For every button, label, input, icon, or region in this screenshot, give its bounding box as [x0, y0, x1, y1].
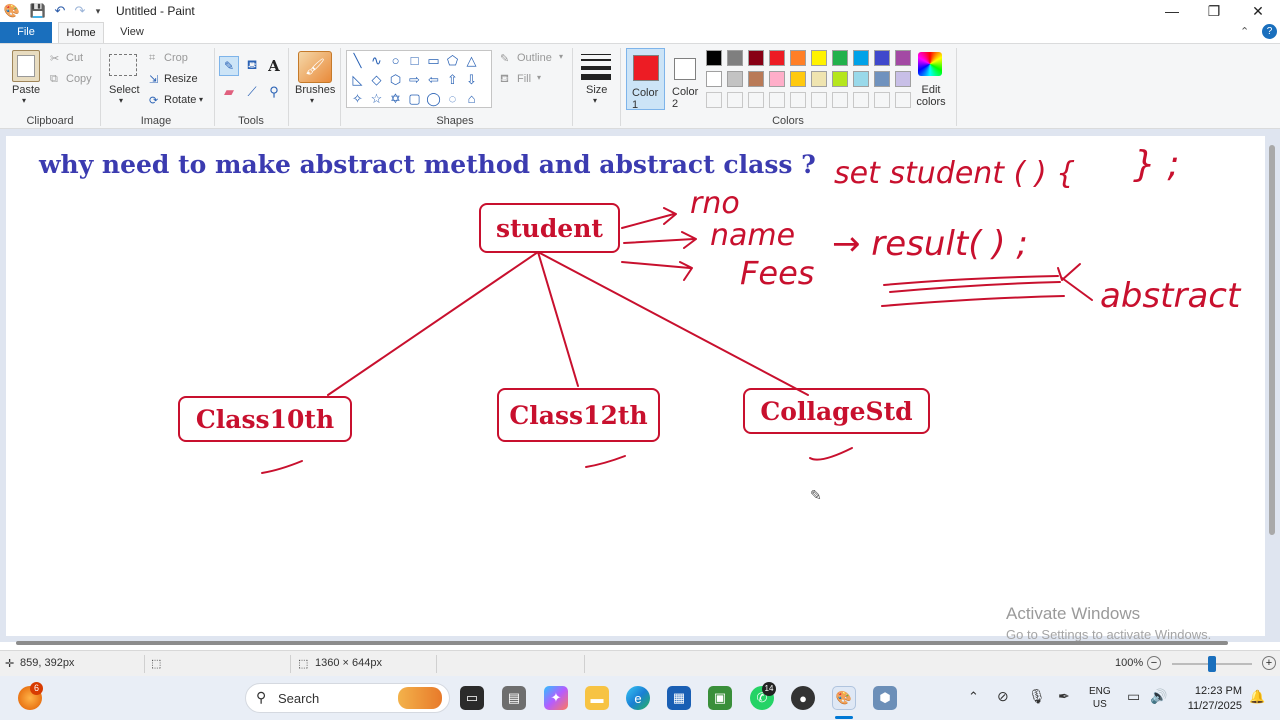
- underline-stroke: [889, 281, 1061, 293]
- notification-badge: 6: [30, 682, 43, 695]
- virtualbox-icon[interactable]: ⬢: [873, 686, 897, 710]
- language-code: ENG: [1089, 686, 1111, 697]
- arrow-line: [621, 261, 693, 281]
- handwritten-name: name: [710, 218, 796, 253]
- zoom-level: 100%: [1115, 657, 1144, 669]
- whatsapp-badge: 14: [762, 682, 776, 696]
- file-app-icon[interactable]: ▤: [502, 686, 526, 710]
- taskbar: 6 ⚲ Search ▭ ▤ ✦ ▬ e ▦ ▣ ✆ 14 ● 🎨 ⬢ ⌃ ⊘ …: [0, 676, 1280, 720]
- taskbar-search-input[interactable]: ⚲ Search: [245, 683, 450, 713]
- tray-overflow-icon[interactable]: ⌃: [968, 689, 979, 705]
- zoom-out-button[interactable]: −: [1147, 656, 1161, 670]
- connector-line: [537, 251, 579, 387]
- handwritten-brace-close: } ;: [1133, 144, 1180, 185]
- obs-icon[interactable]: ●: [791, 686, 815, 710]
- pen-icon[interactable]: ✒: [1058, 688, 1070, 705]
- pencil-cursor-icon: ✎: [810, 487, 822, 503]
- zoom-in-button[interactable]: +: [1262, 656, 1276, 670]
- microsoft-store-icon[interactable]: ▦: [667, 686, 691, 710]
- divider: [290, 655, 291, 673]
- arrow-line: [623, 231, 697, 249]
- active-app-indicator: [835, 716, 853, 719]
- search-placeholder: Search: [278, 691, 320, 706]
- language-indicator[interactable]: ENG US: [1089, 685, 1111, 711]
- zoom-slider-thumb[interactable]: [1208, 656, 1216, 672]
- selection-size-icon: ⬚: [151, 658, 162, 670]
- video-call-icon[interactable]: ▣: [708, 686, 732, 710]
- canvas-size-icon: ⬚: [298, 658, 309, 670]
- paint-taskbar-icon[interactable]: 🎨: [832, 686, 856, 710]
- handwritten-rno: rno: [690, 186, 740, 221]
- cursor-position-icon: ✛: [5, 658, 15, 670]
- edge-browser-icon[interactable]: e: [626, 686, 650, 710]
- clock-date: 11/27/2025: [1187, 700, 1242, 712]
- microphone-icon[interactable]: 🎙: [1028, 688, 1046, 705]
- clock[interactable]: 12:23 PM 11/27/2025: [1180, 684, 1242, 714]
- checkmark: [809, 447, 853, 461]
- canvas-size: 1360 × 644px: [315, 657, 382, 669]
- checkmark: [261, 460, 303, 474]
- search-icon: ⚲: [256, 689, 267, 705]
- horizontal-scrollbar[interactable]: [16, 641, 1228, 645]
- handwritten-setstudent: set student ( ) {: [834, 156, 1076, 191]
- vertical-scrollbar[interactable]: [1269, 145, 1275, 535]
- divider: [584, 655, 585, 673]
- copilot-icon[interactable]: ✦: [544, 686, 568, 710]
- notifications-icon[interactable]: 🔔: [1249, 689, 1265, 705]
- start-windows-icon[interactable]: [210, 686, 234, 710]
- display-icon[interactable]: ▭: [1127, 688, 1140, 705]
- activation-watermark-subtitle: Go to Settings to activate Windows.: [1006, 627, 1212, 642]
- divider: [436, 655, 437, 673]
- box-class12: Class12th: [497, 388, 660, 442]
- checkmark: [585, 455, 626, 468]
- status-bar: ✛ 859, 392px ⬚ ⬚ 1360 × 644px 100% − +: [0, 650, 1280, 676]
- connector-line: [327, 251, 539, 396]
- arrow-line: [1057, 263, 1093, 301]
- box-collage: CollageStd: [743, 388, 930, 434]
- task-view-icon[interactable]: ▭: [460, 686, 484, 710]
- arrow-line: [621, 207, 677, 229]
- volume-icon[interactable]: 🔊: [1150, 688, 1167, 705]
- handwritten-result: → result( ) ;: [832, 224, 1028, 264]
- box-student: student: [479, 203, 620, 253]
- underline-stroke: [881, 295, 1065, 307]
- question-heading: why need to make abstract method and abs…: [39, 150, 816, 179]
- network-icon[interactable]: ⊘: [997, 688, 1009, 705]
- file-explorer-icon[interactable]: ▬: [585, 686, 609, 710]
- handwritten-abstract: abstract: [1100, 276, 1241, 316]
- box-class10: Class10th: [178, 396, 352, 442]
- search-highlight-icon: [398, 687, 442, 709]
- clock-time: 12:23 PM: [1194, 685, 1242, 697]
- language-region: US: [1092, 699, 1107, 710]
- handwritten-fees: Fees: [740, 254, 815, 292]
- cursor-position: 859, 392px: [20, 657, 75, 669]
- divider: [144, 655, 145, 673]
- activation-watermark-title: Activate Windows: [1006, 604, 1141, 623]
